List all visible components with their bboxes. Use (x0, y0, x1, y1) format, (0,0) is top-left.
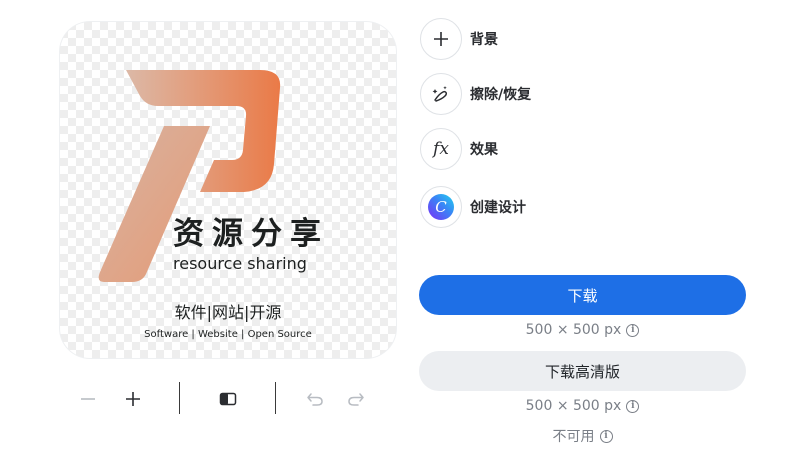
compare-button[interactable] (213, 384, 243, 414)
toolbar-divider (275, 382, 276, 414)
fx-icon: fx (420, 128, 462, 170)
tool-label: 背景 (470, 32, 498, 48)
brand-title: 资源分享 (173, 216, 329, 252)
hd-status: 不可用 (552, 429, 595, 445)
brand-categories: 软件|网站|开源 (174, 303, 282, 322)
hd-size: 500 × 500 px (525, 398, 622, 414)
info-icon[interactable]: i (599, 429, 613, 443)
fx-glyph: fx (433, 139, 449, 159)
zoom-in-button[interactable] (118, 384, 148, 414)
brand-categories-en: Software | Website | Open Source (144, 329, 312, 340)
tool-label: 创建设计 (470, 200, 526, 216)
undo-icon (307, 393, 323, 406)
tool-create-design[interactable]: C 创建设计 (420, 186, 526, 228)
download-size-row: 500 × 500 px i (419, 322, 746, 338)
redo-icon (348, 393, 364, 406)
tool-label: 擦除/恢复 (470, 87, 532, 103)
canva-glyph: C (435, 198, 447, 216)
redo-button[interactable] (341, 384, 371, 414)
compare-icon (219, 392, 237, 406)
download-hd-button[interactable]: 下载高清版 (419, 351, 746, 391)
tool-erase-restore[interactable]: 擦除/恢复 (420, 73, 531, 115)
tool-label: 效果 (470, 142, 498, 158)
download-size: 500 × 500 px (525, 322, 622, 338)
zoom-out-icon (81, 398, 95, 400)
hd-size-row: 500 × 500 px i (419, 398, 746, 414)
undo-button[interactable] (300, 384, 330, 414)
canva-logo-icon: C (420, 186, 462, 228)
tool-effects[interactable]: fx 效果 (420, 128, 498, 170)
image-preview: 资源分享 resource sharing 软件|网站|开源 Software … (60, 22, 396, 358)
zoom-in-icon (126, 392, 140, 406)
plus-icon (420, 18, 462, 60)
preview-toolbar (60, 378, 396, 418)
toolbar-divider (179, 382, 180, 414)
brand-subtitle: resource sharing (173, 254, 307, 273)
download-button[interactable]: 下载 (419, 275, 746, 315)
info-icon[interactable]: i (626, 323, 640, 337)
magic-brush-icon (420, 73, 462, 115)
info-icon[interactable]: i (626, 399, 640, 413)
zoom-out-button[interactable] (73, 384, 103, 414)
tool-background[interactable]: 背景 (420, 18, 498, 60)
hd-status-row: 不可用 i (419, 426, 746, 446)
